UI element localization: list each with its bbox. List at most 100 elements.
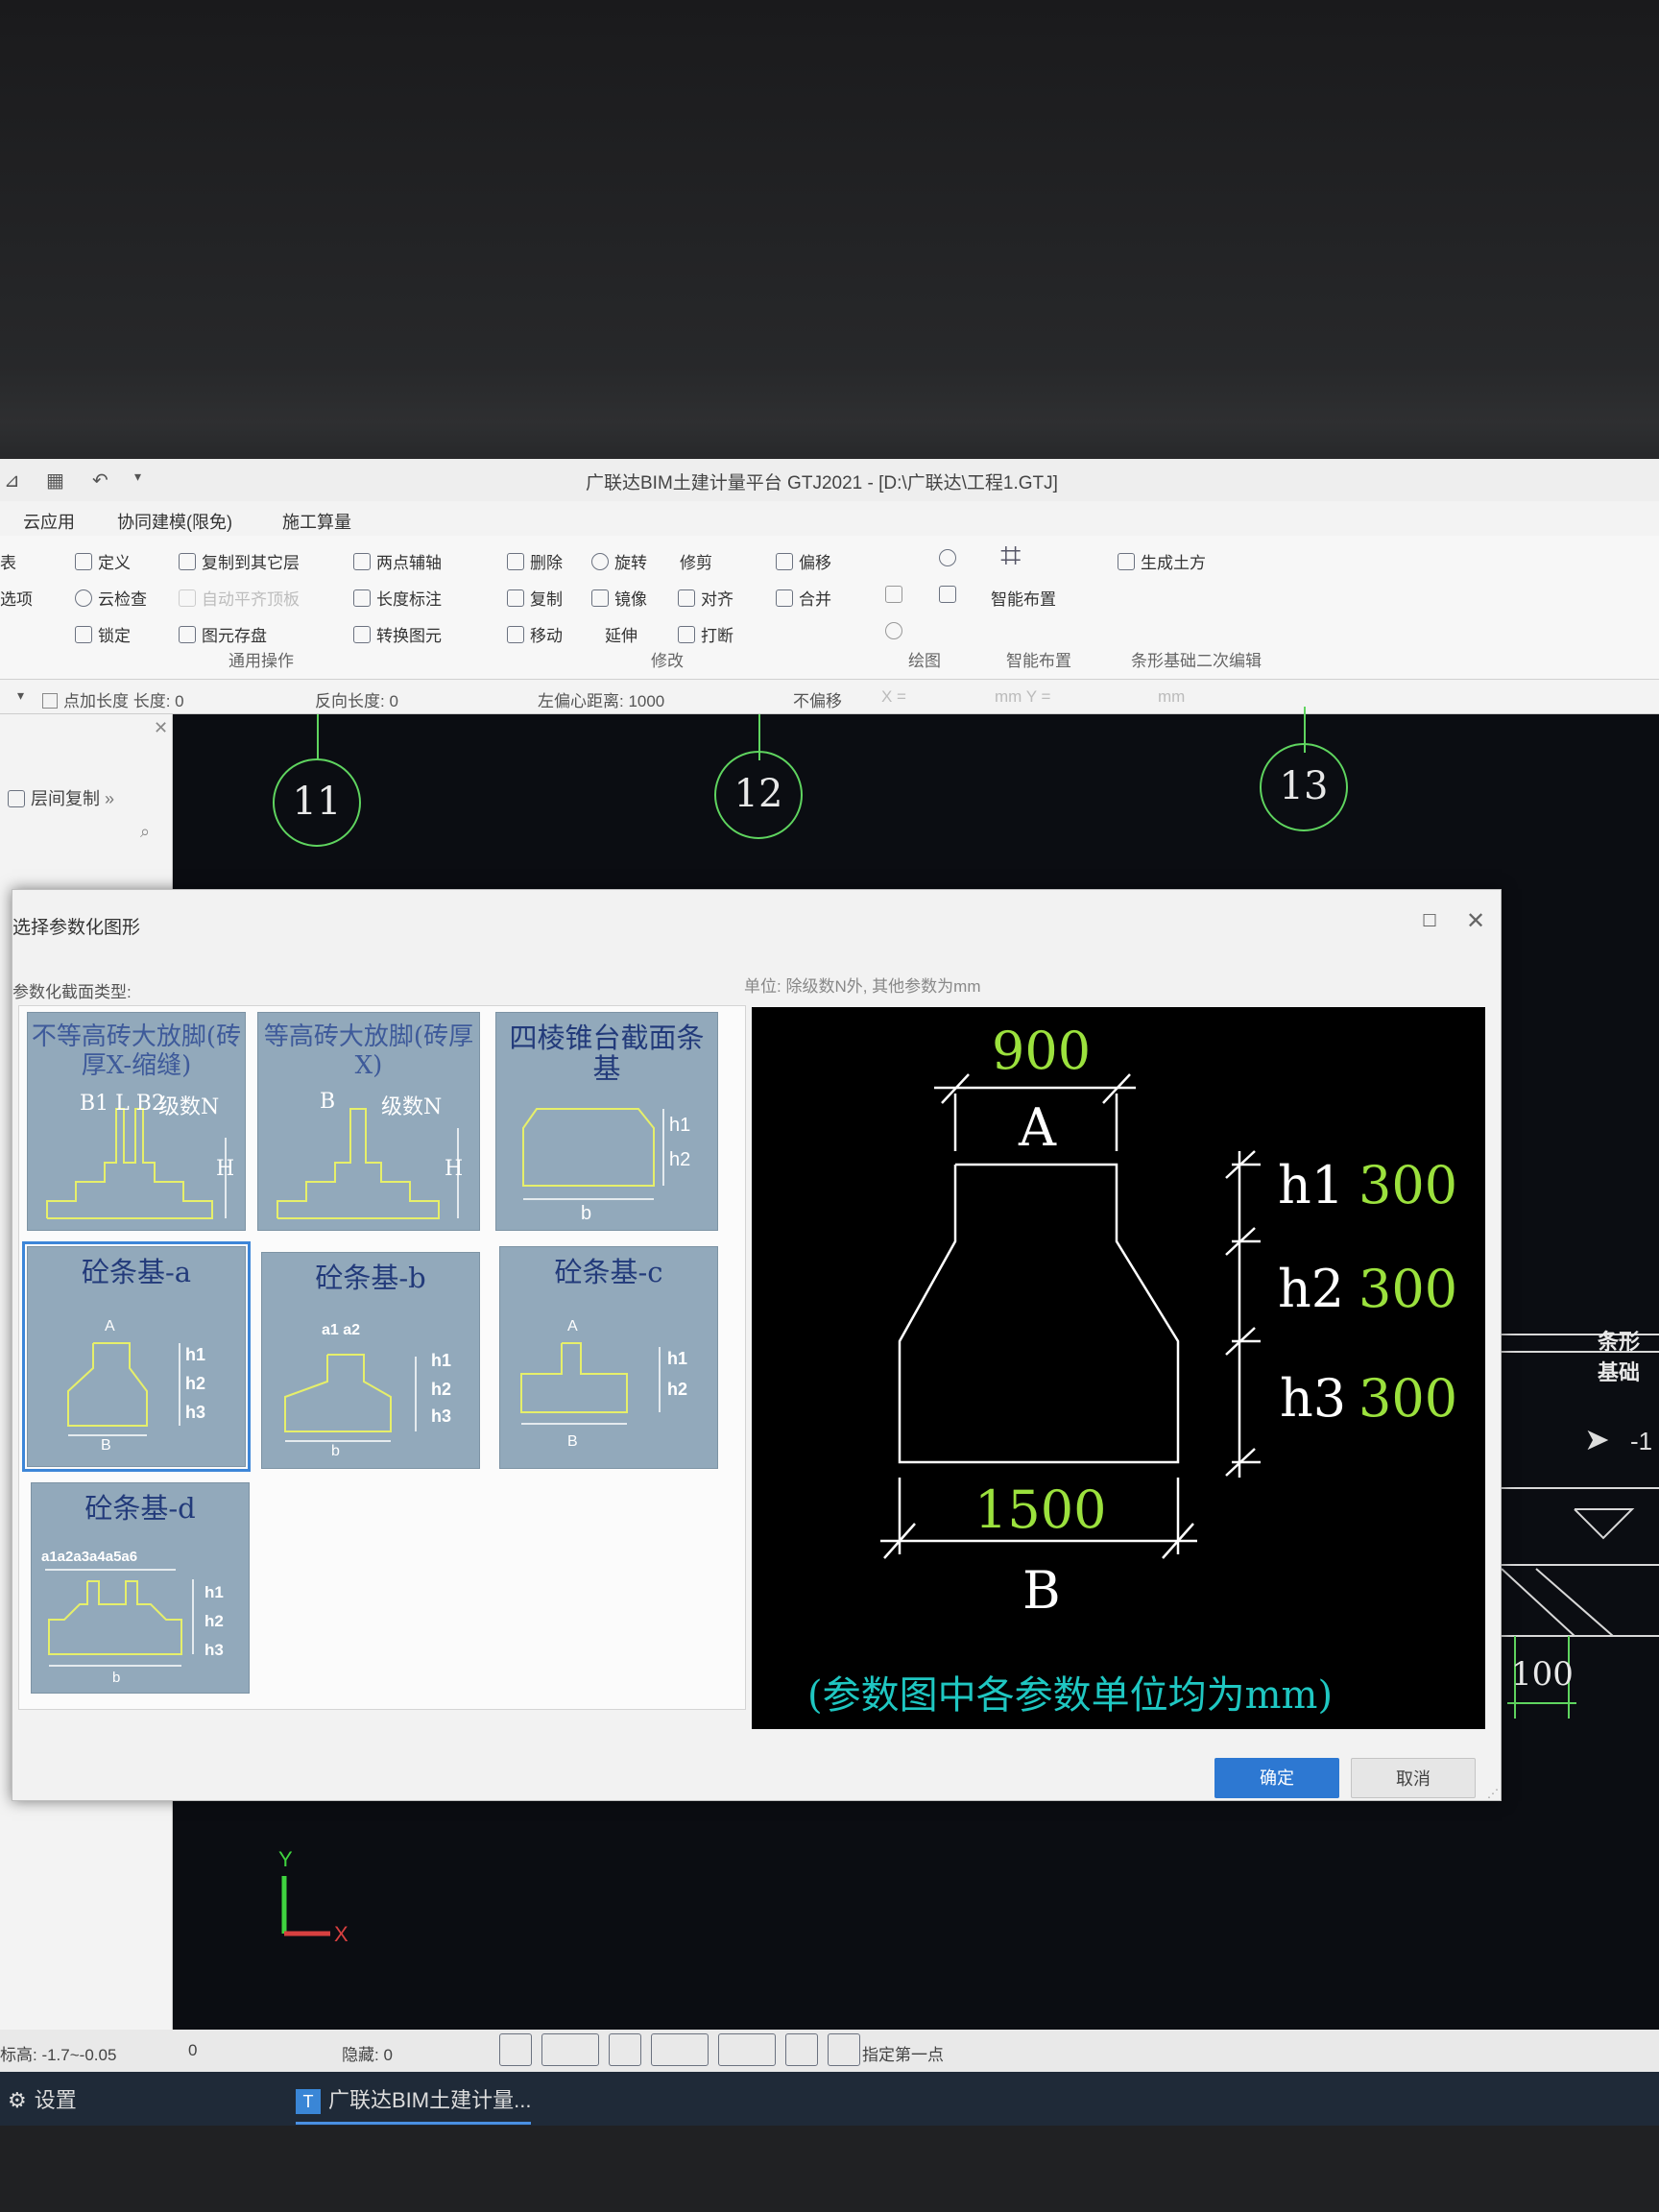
group-modify[interactable]: 修改 bbox=[651, 647, 684, 671]
tab-cloud-app[interactable]: 云应用 bbox=[23, 509, 75, 534]
cloud-check-button[interactable]: 云检查 bbox=[75, 586, 147, 610]
shape-param: H bbox=[216, 1157, 235, 1181]
group-general-ops[interactable]: 通用操作 bbox=[228, 647, 294, 671]
shape-param: h2 bbox=[667, 1380, 688, 1399]
move-button[interactable]: 移动 bbox=[507, 622, 563, 646]
group-strip-secondary-edit[interactable]: 条形基础二次编辑 bbox=[1131, 647, 1262, 671]
dialog-title: 选择参数化图形 bbox=[12, 918, 141, 938]
group-draw[interactable]: 绘图 bbox=[908, 647, 941, 671]
mirror-button[interactable]: 镜像 bbox=[591, 586, 647, 610]
element-save-button[interactable]: 图元存盘 bbox=[179, 622, 267, 646]
shape-unequal-brick[interactable]: 不等高砖大放脚(砖厚X-缩缝) B1 L B2 级数N H bbox=[27, 1012, 246, 1231]
shape-name: 四棱锥台截面条基 bbox=[509, 1022, 705, 1085]
side-search-icon[interactable]: ⌕ bbox=[140, 822, 150, 842]
shape-param: h2 bbox=[669, 1149, 691, 1170]
shape-frustum[interactable]: 四棱锥台截面条基 h1 h2 b bbox=[495, 1012, 718, 1231]
h3-label: h3 bbox=[1280, 1368, 1347, 1429]
shape-param: h2 bbox=[185, 1374, 206, 1393]
copy-button[interactable]: 复制 bbox=[507, 586, 563, 610]
align-button[interactable]: 对齐 bbox=[678, 586, 733, 610]
mm-y-field[interactable]: mm Y = bbox=[995, 687, 1050, 707]
undo-icon[interactable]: ↶ bbox=[92, 469, 108, 493]
two-point-axis-button[interactable]: 两点辅轴 bbox=[353, 549, 442, 573]
shape-strip-b[interactable]: 砼条基-b a1 a2 h1 h2 h3 b bbox=[261, 1252, 480, 1469]
maximize-icon[interactable]: ☐ bbox=[1422, 911, 1437, 931]
shape-param: 级数N bbox=[158, 1095, 220, 1119]
generate-earthwork-button[interactable]: 生成土方 bbox=[1118, 549, 1206, 573]
h2-value: 300 bbox=[1358, 1259, 1458, 1319]
side-close-icon[interactable]: ✕ bbox=[154, 718, 168, 738]
snap-cross-icon[interactable] bbox=[609, 2033, 641, 2066]
trim-button[interactable]: 修剪 bbox=[680, 549, 712, 573]
draw-rect-button[interactable] bbox=[939, 586, 956, 603]
snap-rect-icon[interactable] bbox=[541, 2033, 599, 2066]
snap-angle-icon[interactable] bbox=[651, 2033, 709, 2066]
snap-grid-icon[interactable] bbox=[785, 2033, 818, 2066]
auto-align-top-button[interactable]: 自动平齐顶板 bbox=[179, 586, 300, 610]
quick-access-icon[interactable]: ⊿ bbox=[4, 469, 20, 493]
x-field[interactable]: X = bbox=[881, 687, 906, 707]
rotate-button[interactable]: 旋转 bbox=[591, 549, 647, 573]
unit-note: 单位: 除级数N外, 其他参数为mm bbox=[744, 977, 981, 996]
floor-copy-button[interactable]: 层间复制 » bbox=[8, 785, 114, 810]
shape-param: h1 bbox=[204, 1583, 224, 1601]
ortho-icon[interactable] bbox=[499, 2033, 532, 2066]
gtj-app-task[interactable]: T 广联达BIM土建计量... bbox=[296, 2083, 532, 2125]
shape-param: B bbox=[567, 1433, 578, 1450]
dim-b-value: 1500 bbox=[974, 1479, 1107, 1540]
propbar-dropdown-icon[interactable]: ▾ bbox=[17, 687, 24, 704]
snap-arc-icon[interactable] bbox=[828, 2033, 860, 2066]
element-save-icon bbox=[179, 625, 196, 643]
snap-toolbar bbox=[499, 2033, 860, 2066]
delete-button[interactable]: 删除 bbox=[507, 549, 563, 573]
no-offset-select[interactable]: 不偏移 bbox=[793, 687, 842, 711]
smart-layout-icon[interactable]: ⌗ bbox=[1000, 536, 1021, 577]
y-axis-label: Y bbox=[278, 1847, 293, 1871]
shape-equal-brick[interactable]: 等高砖大放脚(砖厚X) B 级数N H bbox=[257, 1012, 480, 1231]
break-button[interactable]: 打断 bbox=[678, 622, 733, 646]
ribbon-left-cut-2[interactable]: 选项 bbox=[0, 586, 33, 610]
convert-element-button[interactable]: 转换图元 bbox=[353, 622, 442, 646]
cancel-button[interactable]: 取消 bbox=[1351, 1758, 1476, 1798]
ribbon-left-cut-1[interactable]: 表 bbox=[0, 549, 16, 573]
group-smart-layout[interactable]: 智能布置 bbox=[1006, 647, 1071, 671]
title-bar: ⊿ ▦ ↶ ▾ 广联达BIM土建计量平台 GTJ2021 - [D:\广联达\工… bbox=[0, 459, 1659, 501]
draw-arc-button[interactable] bbox=[885, 622, 902, 639]
lock-icon bbox=[75, 625, 92, 643]
smart-layout-button[interactable]: 智能布置 bbox=[991, 586, 1056, 610]
shape-strip-c[interactable]: 砼条基-c A h1 h2 B bbox=[499, 1246, 718, 1469]
save-icon[interactable]: ▦ bbox=[46, 469, 64, 493]
lock-button[interactable]: 锁定 bbox=[75, 622, 131, 646]
reverse-length-field[interactable]: 反向长度: 0 bbox=[315, 687, 398, 711]
copy-floor-icon bbox=[179, 552, 196, 570]
status-zero: 0 bbox=[188, 2041, 198, 2059]
resize-grip-icon[interactable]: ⋰ bbox=[1487, 1787, 1499, 1800]
shape-param: a1 a2 bbox=[322, 1322, 361, 1338]
draw-line-button[interactable] bbox=[885, 586, 902, 603]
merge-button[interactable]: 合并 bbox=[776, 586, 831, 610]
offset-button[interactable]: 偏移 bbox=[776, 549, 831, 573]
length-dimension-button[interactable]: 长度标注 bbox=[353, 586, 442, 610]
ok-button[interactable]: 确定 bbox=[1214, 1758, 1339, 1798]
gear-icon: ⚙ bbox=[8, 2088, 27, 2112]
shape-param: A bbox=[105, 1318, 115, 1334]
tab-construction-calc[interactable]: 施工算量 bbox=[282, 509, 351, 534]
settings-task[interactable]: ⚙ 设置 bbox=[8, 2083, 77, 2114]
left-offset-field[interactable]: 左偏心距离: 1000 bbox=[538, 687, 664, 711]
shape-preview: 900 A h1 300 h2 300 h3 300 1500 B (参数图中各… bbox=[752, 1007, 1485, 1729]
shape-param: 级数N bbox=[381, 1095, 443, 1119]
extend-button[interactable]: 延伸 bbox=[605, 622, 637, 646]
dropdown-icon[interactable]: ▾ bbox=[134, 469, 141, 485]
shape-param: b bbox=[581, 1203, 592, 1224]
draw-circle-button[interactable] bbox=[939, 549, 956, 566]
h1-label: h1 bbox=[1278, 1155, 1345, 1215]
shape-strip-d[interactable]: 砼条基-d a1a2a3a4a5a6 h1 h2 h3 b bbox=[31, 1482, 250, 1694]
shape-param: b bbox=[112, 1670, 121, 1686]
shape-strip-a[interactable]: 砼条基-a A h1 h2 h3 B bbox=[22, 1241, 251, 1472]
tab-collab-modeling[interactable]: 协同建模(限免) bbox=[117, 509, 232, 534]
copy-to-floor-button[interactable]: 复制到其它层 bbox=[179, 549, 300, 573]
snap-point-icon[interactable] bbox=[718, 2033, 776, 2066]
define-button[interactable]: 定义 bbox=[75, 549, 131, 573]
add-length-checkbox[interactable]: 点加长度 长度: 0 bbox=[42, 687, 184, 711]
close-icon[interactable]: ✕ bbox=[1466, 907, 1485, 935]
